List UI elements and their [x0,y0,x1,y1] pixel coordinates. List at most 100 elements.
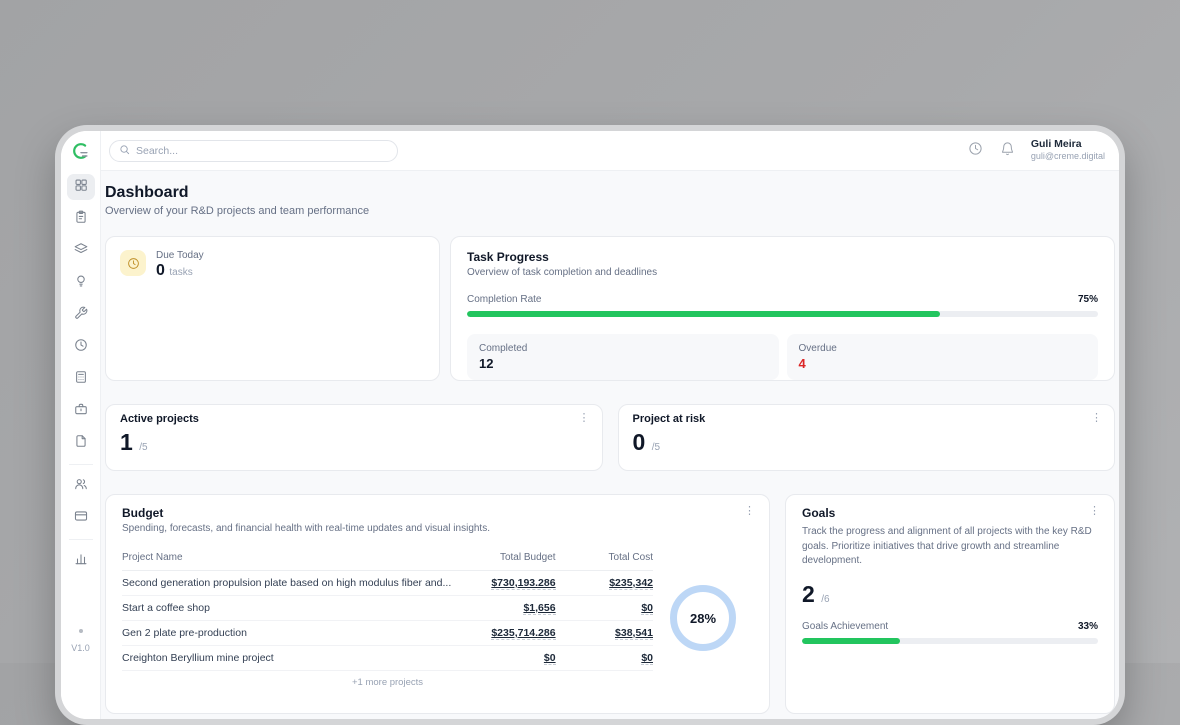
project-at-risk-total: /5 [652,442,660,453]
completed-stat: Completed 12 [467,334,779,380]
sidebar-item-projects[interactable] [67,238,95,264]
page-subtitle: Overview of your R&D projects and team p… [105,205,1115,217]
sidebar-item-time[interactable] [67,334,95,360]
total-cost-value[interactable]: $0 [641,602,653,615]
goals-title: Goals [802,506,1098,520]
more-projects-link[interactable]: +1 more projects [122,677,653,688]
app-window: V1.0 Guli Meira [61,131,1119,719]
sidebar-item-dashboard[interactable] [67,174,95,200]
users-icon [74,477,88,496]
completion-progress-fill [467,311,940,317]
lightbulb-icon [74,274,88,293]
budget-title: Budget [122,506,753,520]
project-name-cell: Start a coffee shop [122,596,451,621]
kebab-menu-icon[interactable]: ⋮ [579,413,590,424]
kebab-menu-icon[interactable]: ⋮ [1091,413,1102,424]
project-name-cell: Second generation propulsion plate based… [122,571,451,596]
goals-achievement-label: Goals Achievement [802,621,888,632]
goals-description: Track the progress and alignment of all … [802,525,1098,569]
budget-table-row: Second generation propulsion plate based… [122,571,653,596]
user-name: Guli Meira [1031,138,1105,151]
project-at-risk-value: 0 [633,429,646,455]
kebab-menu-icon[interactable]: ⋮ [744,506,755,517]
sidebar-item-billing[interactable] [67,505,95,531]
completed-value: 12 [479,356,767,371]
topbar: Guli Meira guli@creme.digital [101,131,1119,171]
sidebar-item-team[interactable] [67,473,95,499]
project-name-cell: Creighton Beryllium mine project [122,646,451,671]
app-window-frame: V1.0 Guli Meira [55,125,1125,725]
goals-total: /6 [821,594,829,605]
active-projects-value: 1 [120,429,133,455]
kebab-menu-icon[interactable]: ⋮ [1089,506,1100,517]
due-today-card: Due Today 0 tasks [105,236,440,381]
sidebar-item-analytics[interactable] [67,548,95,574]
budget-table-row: Gen 2 plate pre-production$235,714.286$3… [122,621,653,646]
total-budget-value[interactable]: $235,714.286 [491,627,555,640]
active-projects-total: /5 [139,442,147,453]
completion-rate-value: 75% [1078,294,1098,305]
search-bar[interactable] [109,140,398,162]
budget-table: Project Name Total Budget Total Cost Sec… [122,548,653,671]
history-clock-button[interactable] [967,142,985,160]
due-clock-icon [120,250,146,276]
app-version: V1.0 [61,643,100,653]
history-clock-icon [968,141,983,161]
active-projects-card: Active projects ⋮ 1 /5 [105,404,603,471]
budget-percent-value: 28% [690,611,716,626]
project-at-risk-title: Project at risk [633,413,1101,425]
goals-progress-fill [802,638,900,644]
active-projects-title: Active projects [120,413,588,425]
budget-table-row: Creighton Beryllium mine project $0 $0 [122,646,653,671]
user-menu[interactable]: Guli Meira guli@creme.digital [1031,138,1105,162]
col-total-budget: Total Budget [451,548,555,571]
clipboard-icon [74,210,88,229]
search-icon [119,142,130,160]
due-today-value: 0 [156,262,165,279]
dashboard-grid-icon [74,178,88,197]
task-progress-title: Task Progress [467,250,1098,264]
budget-card: Budget ⋮ Spending, forecasts, and financ… [105,494,770,714]
total-budget-value[interactable]: $1,656 [523,602,555,615]
briefcase-icon [74,402,88,421]
col-total-cost: Total Cost [556,548,653,571]
overdue-label: Overdue [799,343,1087,354]
sidebar-item-calculator[interactable] [67,366,95,392]
due-today-unit: tasks [169,267,192,278]
due-today-label: Due Today [156,250,204,261]
goals-card: Goals ⋮ Track the progress and alignment… [785,494,1115,714]
sidebar-item-tools[interactable] [67,302,95,328]
budget-table-body: Second generation propulsion plate based… [122,571,653,671]
sidebar-footer: V1.0 [61,629,100,653]
document-icon [74,434,88,453]
credit-card-icon [74,509,88,528]
clock-icon [74,338,88,357]
sidebar-item-documents[interactable] [67,430,95,456]
sidebar: V1.0 [61,131,101,719]
sidebar-item-ideas[interactable] [67,270,95,296]
sidebar-item-portfolio[interactable] [67,398,95,424]
goals-progress-bar [802,638,1098,644]
budget-percent-ring: 28% [670,585,736,651]
layers-icon [74,242,88,261]
page-title: Dashboard [105,184,1115,202]
total-budget-value[interactable]: $730,193.286 [491,577,555,590]
total-cost-value[interactable]: $235,342 [609,577,653,590]
bell-icon [1000,141,1015,161]
col-project-name: Project Name [122,548,451,571]
sidebar-divider [69,539,93,540]
completion-progress-bar [467,311,1098,317]
notification-bell-button[interactable] [999,142,1017,160]
main-area: Guli Meira guli@creme.digital Dashboard … [101,131,1119,719]
overdue-value: 4 [799,356,1087,371]
sidebar-item-tasks[interactable] [67,206,95,232]
task-progress-subtitle: Overview of task completion and deadline… [467,267,1098,278]
search-input[interactable] [136,145,388,157]
total-budget-value[interactable]: $0 [544,652,556,665]
creme-logo-icon [69,139,93,163]
budget-subtitle: Spending, forecasts, and financial healt… [122,523,753,534]
budget-table-row: Start a coffee shop $1,656 $0 [122,596,653,621]
total-cost-value[interactable]: $0 [641,652,653,665]
completion-rate-label: Completion Rate [467,294,541,305]
total-cost-value[interactable]: $38,541 [615,627,653,640]
